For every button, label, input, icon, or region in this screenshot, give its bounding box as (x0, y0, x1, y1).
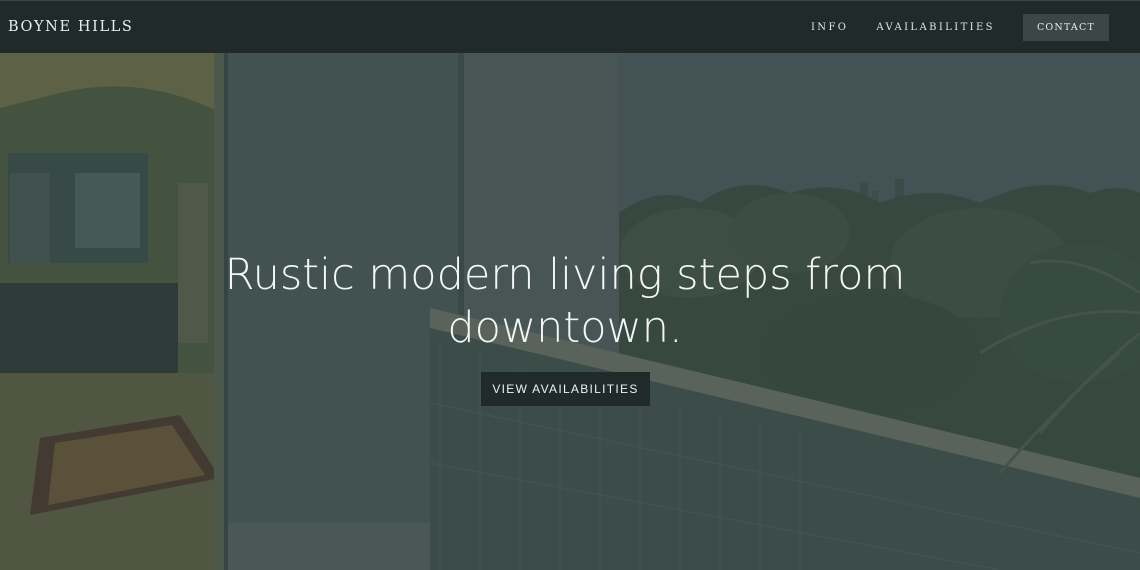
hero-section: Rustic modern living steps from downtown… (0, 53, 1140, 570)
nav-link-availabilities[interactable]: AVAILABILITIES (876, 22, 995, 33)
site-logo[interactable]: BOYNE HILLS (8, 19, 133, 35)
contact-button[interactable]: CONTACT (1022, 13, 1109, 41)
nav-links: INFO AVAILABILITIES CONTACT (783, 13, 1109, 41)
nav-link-info[interactable]: INFO (811, 22, 848, 33)
page: BOYNE HILLS INFO AVAILABILITIES CONTACT (0, 0, 1140, 570)
view-availabilities-button[interactable]: VIEW AVAILABILITIES (481, 372, 650, 406)
hero-content: Rustic modern living steps from downtown… (0, 53, 1140, 570)
top-navigation-bar: BOYNE HILLS INFO AVAILABILITIES CONTACT (0, 0, 1140, 53)
hero-headline: Rustic modern living steps from downtown… (224, 250, 906, 353)
